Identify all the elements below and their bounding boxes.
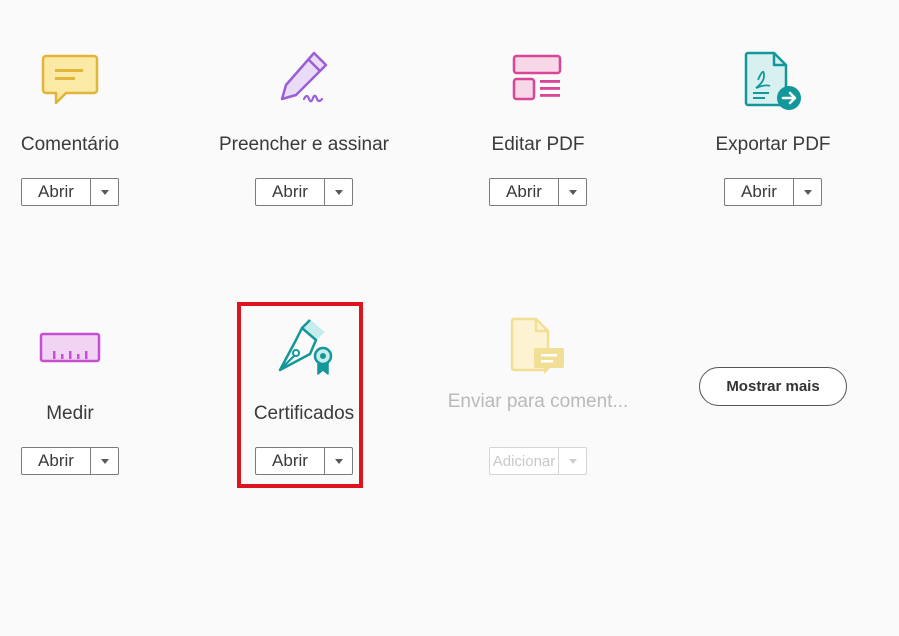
tool-label: Medir [46, 403, 94, 424]
open-split-button: Abrir [724, 178, 822, 206]
open-button[interactable]: Abrir [256, 179, 325, 205]
open-split-button: Abrir [21, 178, 119, 206]
export-pdf-icon[interactable] [742, 50, 804, 119]
dropdown-button[interactable] [91, 448, 118, 474]
chevron-down-icon [803, 189, 812, 195]
measure-icon[interactable] [39, 330, 101, 371]
open-split-button: Abrir [489, 178, 587, 206]
tools-panel: Comentário Abrir Preencher e assinar Abr… [0, 0, 899, 636]
chevron-down-icon [100, 458, 109, 464]
tool-label: Preencher e assinar [218, 134, 390, 155]
fill-sign-icon[interactable] [274, 47, 334, 112]
dropdown-button [559, 448, 586, 474]
dropdown-button[interactable] [325, 179, 352, 205]
dropdown-button[interactable] [91, 179, 118, 205]
edit-pdf-icon[interactable] [510, 52, 566, 111]
chevron-down-icon [334, 189, 343, 195]
dropdown-button[interactable] [794, 179, 821, 205]
chevron-down-icon [568, 189, 577, 195]
open-button[interactable]: Abrir [22, 448, 91, 474]
dropdown-button[interactable] [559, 179, 586, 205]
add-split-button: Adicionar [489, 447, 587, 475]
open-button[interactable]: Abrir [490, 179, 559, 205]
comment-icon[interactable] [41, 52, 99, 115]
tool-label: Comentário [20, 134, 120, 155]
send-for-comments-icon [506, 316, 570, 385]
open-button[interactable]: Abrir [725, 179, 794, 205]
open-button[interactable]: Abrir [22, 179, 91, 205]
tool-label: Exportar PDF [715, 134, 831, 155]
open-split-button: Abrir [255, 178, 353, 206]
chevron-down-icon [568, 458, 577, 464]
tool-label: Enviar para coment... [447, 391, 629, 412]
chevron-down-icon [100, 189, 109, 195]
open-split-button: Abrir [21, 447, 119, 475]
show-more-button[interactable]: Mostrar mais [699, 367, 847, 406]
highlight-box [237, 302, 363, 488]
tool-label: Editar PDF [491, 134, 585, 155]
add-button: Adicionar [490, 448, 559, 474]
